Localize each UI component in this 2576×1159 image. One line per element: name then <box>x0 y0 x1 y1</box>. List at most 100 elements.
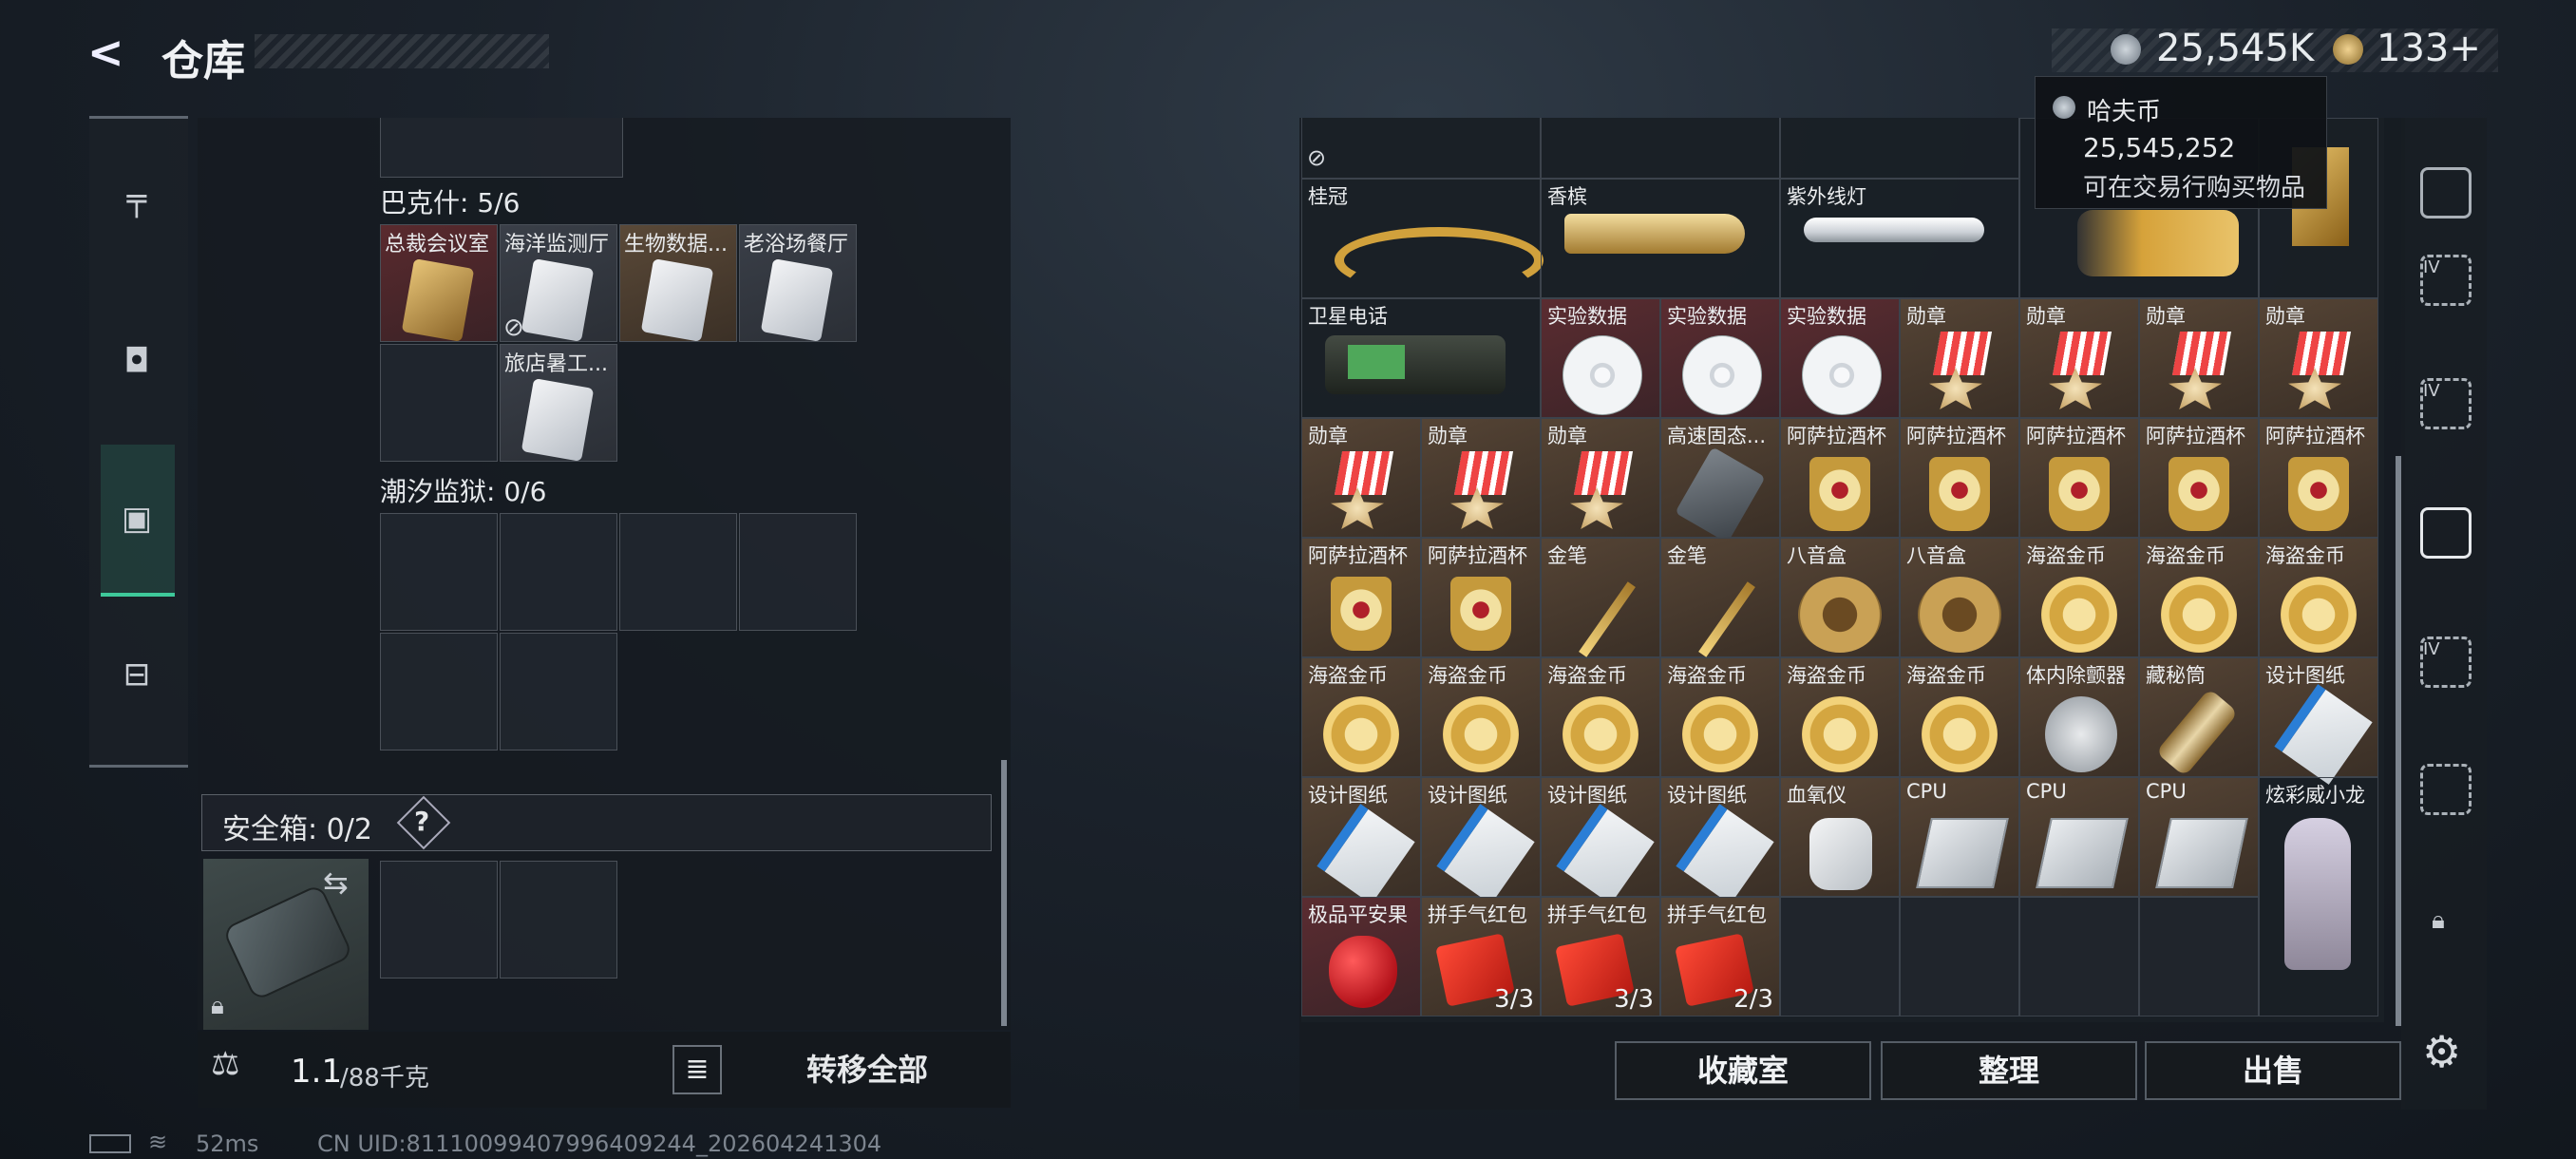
gear-icon[interactable]: ⚙ <box>2422 1026 2461 1077</box>
armor-icon[interactable]: ◘ <box>118 342 156 380</box>
keycard-icon <box>760 258 834 342</box>
warehouse-tab-iv-2-icon[interactable]: IV <box>2420 378 2472 429</box>
item-cpu[interactable]: CPU <box>2139 777 2259 897</box>
gun-icon[interactable]: ╤ <box>118 180 156 218</box>
item-pirate-coin[interactable]: 海盗金币 <box>1421 657 1541 777</box>
item-asala-cup[interactable]: 阿萨拉酒杯 <box>2019 418 2139 538</box>
empty-slot[interactable] <box>2139 897 2259 1016</box>
empty-slot[interactable] <box>380 344 498 462</box>
item-pirate-coin[interactable]: 海盗金币 <box>1301 657 1421 777</box>
item-asala-cup[interactable]: 阿萨拉酒杯 <box>1301 538 1421 657</box>
empty-slot[interactable] <box>2019 897 2139 1016</box>
item-asala-cup[interactable]: 阿萨拉酒杯 <box>1900 418 2019 538</box>
item-label: CPU <box>1906 780 1947 803</box>
item-cpu[interactable]: CPU <box>2019 777 2139 897</box>
list-view-button[interactable]: ≣ <box>672 1045 722 1094</box>
item-blueprint[interactable]: 设计图纸 <box>1660 777 1780 904</box>
keycard-slot[interactable]: 老浴场餐厅 <box>739 224 857 342</box>
item-asala-cup[interactable]: 阿萨拉酒杯 <box>1421 538 1541 657</box>
item-pirate-coin[interactable]: 海盗金币 <box>1900 657 2019 777</box>
item-medal[interactable]: 勋章 <box>2259 298 2378 418</box>
warehouse-tab-all-icon[interactable] <box>2420 167 2472 218</box>
havoc-coin-icon[interactable] <box>2111 34 2141 65</box>
gold-coin-icon[interactable] <box>2333 34 2363 65</box>
empty-slot[interactable] <box>500 633 617 750</box>
transfer-all-button[interactable]: 转移全部 <box>731 1043 1003 1096</box>
warehouse-tab-iv-1-icon[interactable]: IV <box>2420 255 2472 306</box>
warehouse-tab-locked-icon[interactable] <box>2420 764 2472 815</box>
item-gold-pen[interactable]: 金笔 <box>1660 538 1780 657</box>
item-satellite-phone[interactable]: 卫星电话 <box>1301 298 1541 418</box>
item-defibrillator[interactable]: 体内除颤器 <box>2019 657 2139 777</box>
empty-slot[interactable] <box>619 513 737 631</box>
item-red-envelope[interactable]: 拼手气红包 3/3 <box>1421 897 1541 1016</box>
item-blueprint[interactable]: 设计图纸 <box>2259 657 2378 785</box>
warehouse-tab-active-icon[interactable] <box>2420 507 2472 559</box>
item-slot[interactable] <box>1780 118 2019 179</box>
item-cpu[interactable]: CPU <box>1900 777 2019 897</box>
back-button[interactable]: < <box>87 28 135 76</box>
empty-slot[interactable] <box>1900 897 2019 1016</box>
empty-slot[interactable] <box>380 513 498 631</box>
item-asala-cup[interactable]: 阿萨拉酒杯 <box>2139 418 2259 538</box>
item-slot[interactable] <box>1301 118 1541 179</box>
item-ssd[interactable]: 高速固态... <box>1660 418 1780 543</box>
item-music-box[interactable]: 八音盒 <box>1900 538 2019 657</box>
item-pirate-coin[interactable]: 海盗金币 <box>1660 657 1780 777</box>
item-gold-pen[interactable]: 金笔 <box>1541 538 1660 657</box>
swap-icon[interactable]: ⇆ <box>323 864 349 901</box>
item-champagne[interactable]: 香槟 <box>1541 179 1780 298</box>
item-apple[interactable]: 极品平安果 <box>1301 897 1421 1016</box>
item-asala-cup[interactable]: 阿萨拉酒杯 <box>1780 418 1900 538</box>
item-pirate-coin[interactable]: 海盗金币 <box>1541 657 1660 777</box>
empty-slot[interactable] <box>380 633 498 750</box>
keycard-slot[interactable]: 生物数据... <box>619 224 737 342</box>
sort-button[interactable]: 整理 <box>1881 1041 2137 1100</box>
item-red-envelope[interactable]: 拼手气红包 3/3 <box>1541 897 1660 1016</box>
ssd-icon <box>1675 446 1766 543</box>
keycard-slot[interactable]: 总裁会议室 <box>380 224 498 342</box>
empty-slot[interactable] <box>1780 897 1900 1016</box>
item-blueprint[interactable]: 设计图纸 <box>1541 777 1660 904</box>
item-lab-data[interactable]: 实验数据 <box>1541 298 1660 418</box>
item-medal[interactable]: 勋章 <box>1541 418 1660 538</box>
item-slot[interactable] <box>1541 118 1780 179</box>
empty-slot[interactable] <box>500 513 617 631</box>
briefcase-icon[interactable]: ⊟ <box>118 656 156 694</box>
warehouse-tab-iv-3-icon[interactable]: IV <box>2420 636 2472 688</box>
item-laurel-crown[interactable]: 桂冠 <box>1301 179 1544 298</box>
item-pirate-coin[interactable]: 海盗金币 <box>2139 538 2259 657</box>
havoc-coin-amount[interactable]: 25,545K <box>2156 27 2314 70</box>
upper-slot[interactable] <box>380 118 623 178</box>
item-medal[interactable]: 勋章 <box>1421 418 1541 538</box>
item-lab-data[interactable]: 实验数据 <box>1660 298 1780 418</box>
keycard-slot[interactable]: 旅店暑工... <box>500 344 617 462</box>
backpack-icon[interactable]: ▣ <box>118 500 156 538</box>
item-medal[interactable]: 勋章 <box>2019 298 2139 418</box>
item-blueprint[interactable]: 设计图纸 <box>1421 777 1541 904</box>
item-uv-lamp[interactable]: 紫外线灯 <box>1780 179 2019 298</box>
add-currency-button[interactable]: + <box>2449 27 2481 70</box>
collection-button[interactable]: 收藏室 <box>1615 1041 1871 1100</box>
item-red-envelope[interactable]: 拼手气红包 2/3 <box>1660 897 1780 1016</box>
item-medal[interactable]: 勋章 <box>1301 418 1421 538</box>
item-cryptex[interactable]: 藏秘筒 <box>2139 657 2259 777</box>
item-pirate-coin[interactable]: 海盗金币 <box>2259 538 2378 657</box>
item-blueprint[interactable]: 设计图纸 <box>1301 777 1421 904</box>
item-pirate-coin[interactable]: 海盗金币 <box>1780 657 1900 777</box>
left-scrollbar[interactable] <box>1001 760 1007 1026</box>
sell-button[interactable]: 出售 <box>2145 1041 2401 1100</box>
item-label: 八音盒 <box>1787 544 1847 567</box>
item-pirate-coin[interactable]: 海盗金币 <box>2019 538 2139 657</box>
item-medal[interactable]: 勋章 <box>2139 298 2259 418</box>
item-oximeter[interactable]: 血氧仪 <box>1780 777 1900 897</box>
safe-box-empty-slot[interactable] <box>380 861 498 978</box>
item-figure[interactable]: 炫彩威小龙 <box>2259 777 2378 1016</box>
item-lab-data[interactable]: 实验数据 <box>1780 298 1900 418</box>
item-music-box[interactable]: 八音盒 <box>1780 538 1900 657</box>
empty-slot[interactable] <box>739 513 857 631</box>
item-medal[interactable]: 勋章 <box>1900 298 2019 418</box>
safe-box-empty-slot[interactable] <box>500 861 617 978</box>
gold-coin-amount[interactable]: 133+ <box>2377 27 2481 70</box>
item-asala-cup[interactable]: 阿萨拉酒杯 <box>2259 418 2378 538</box>
